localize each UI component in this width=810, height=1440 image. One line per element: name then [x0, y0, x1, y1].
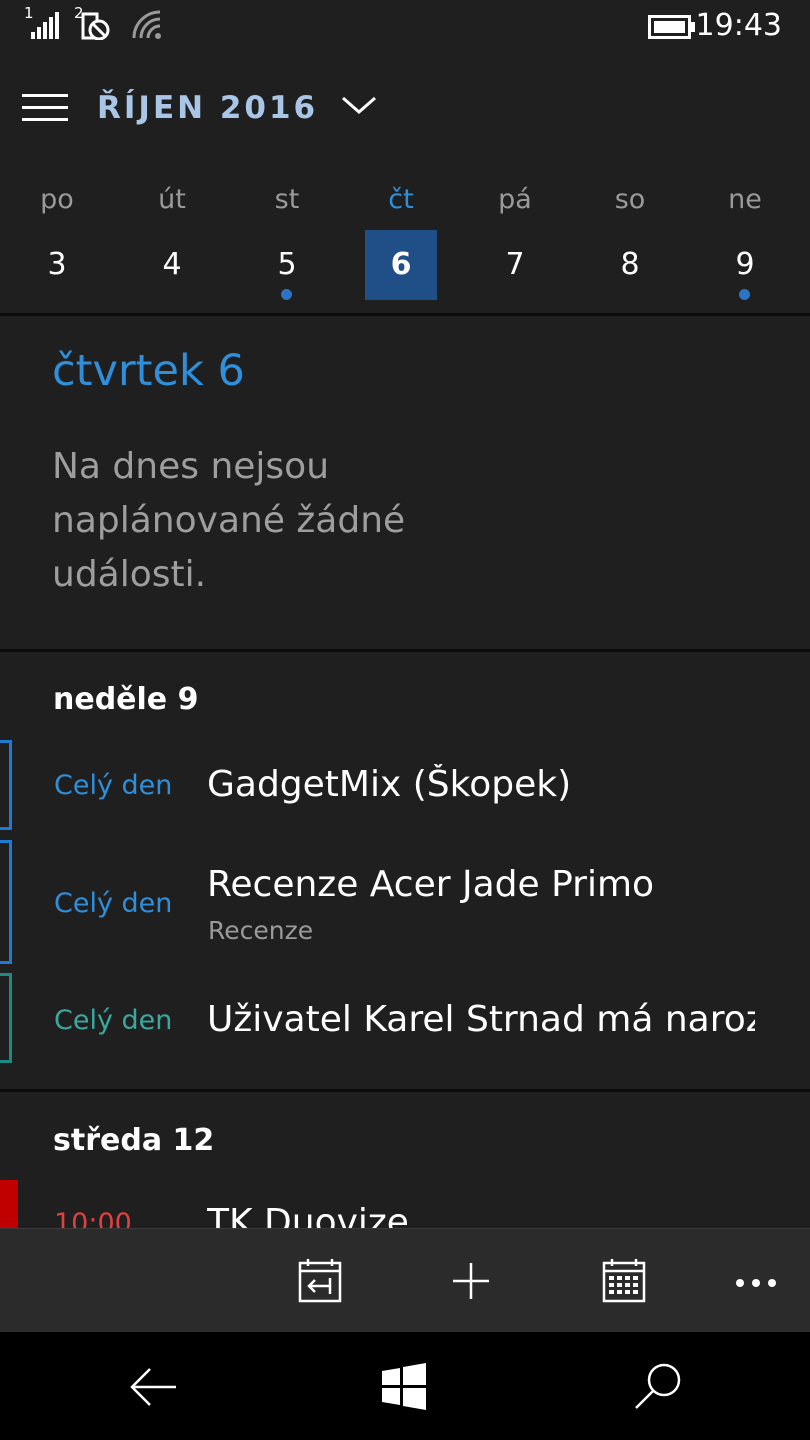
event-color-bar: [0, 1180, 18, 1228]
agenda-clip: 10:00 TK Duovize: [0, 1180, 810, 1228]
day-number[interactable]: 3: [21, 230, 93, 300]
more-icon[interactable]: [726, 1251, 786, 1311]
event-color-bar: [0, 740, 12, 830]
event-color-bar: [0, 840, 12, 964]
divider: [0, 313, 810, 316]
agenda-event[interactable]: Celý den Uživatel Karel Strnad má naroze…: [0, 973, 810, 1063]
divider: [0, 649, 810, 652]
day-number[interactable]: 7: [479, 230, 551, 300]
event-time: Celý den: [54, 1005, 173, 1036]
windows-icon[interactable]: [374, 1360, 434, 1414]
signal-sim1-icon: 1: [24, 4, 64, 40]
day-number[interactable]: 4: [136, 230, 208, 300]
event-time: Celý den: [54, 770, 173, 801]
week-day-po[interactable]: po 3: [17, 180, 97, 282]
day-name: pá: [498, 184, 532, 215]
status-bar: 1 2 19:43: [0, 0, 810, 52]
today-icon[interactable]: [290, 1251, 350, 1311]
event-title: Uživatel Karel Strnad má narozeniny: [207, 999, 755, 1040]
battery-icon: [648, 14, 696, 40]
event-subtitle: Recenze: [208, 916, 314, 945]
agenda-day-title: středa 12: [53, 1123, 215, 1158]
day-name: ne: [728, 184, 762, 215]
agenda-event[interactable]: Celý den GadgetMix (Škopek): [0, 740, 810, 830]
signal-sim2-icon: 2: [74, 4, 114, 40]
day-name: po: [40, 184, 74, 215]
event-title: GadgetMix (Škopek): [207, 764, 572, 805]
agenda-day-title: neděle 9: [53, 682, 199, 717]
hamburger-menu-icon[interactable]: [22, 94, 68, 124]
day-name: so: [614, 184, 646, 215]
week-day-ne[interactable]: ne 9: [705, 180, 785, 300]
chevron-down-icon[interactable]: [340, 92, 378, 120]
week-day-čt[interactable]: čt 6: [361, 180, 441, 300]
week-day-st[interactable]: st 5: [247, 180, 327, 300]
system-nav-bar: [0, 1332, 810, 1440]
event-time: 10:00: [54, 1208, 132, 1228]
day-number[interactable]: 8: [594, 230, 666, 300]
day-name: st: [274, 184, 300, 215]
week-day-pá[interactable]: pá 7: [475, 180, 555, 282]
back-arrow-icon[interactable]: [124, 1360, 184, 1414]
week-day-so[interactable]: so 8: [590, 180, 670, 282]
day-name: čt: [388, 184, 414, 215]
event-time: Celý den: [54, 888, 173, 919]
add-icon[interactable]: [441, 1251, 501, 1311]
agenda-event[interactable]: 10:00 TK Duovize: [0, 1180, 810, 1228]
day-number[interactable]: 6: [365, 230, 437, 300]
wifi-icon: [130, 8, 164, 40]
month-view-icon[interactable]: [594, 1251, 654, 1311]
agenda-event[interactable]: Celý den Recenze Acer Jade Primo Recenze: [0, 840, 810, 964]
day-name: út: [158, 184, 186, 215]
status-time: 19:43: [695, 8, 782, 43]
event-title: TK Duovize: [207, 1202, 409, 1228]
event-indicator-dot: [281, 289, 292, 300]
event-color-bar: [0, 973, 12, 1063]
no-events-message: Na dnes nejsou naplánované žádné událost…: [52, 446, 406, 595]
event-title: Recenze Acer Jade Primo: [207, 864, 655, 905]
today-heading: čtvrtek 6: [52, 346, 245, 396]
divider: [0, 1089, 810, 1092]
event-indicator-dot: [739, 289, 750, 300]
month-title[interactable]: ŘÍJEN 2016: [97, 90, 318, 126]
week-day-út[interactable]: út 4: [132, 180, 212, 282]
search-icon[interactable]: [628, 1360, 688, 1414]
app-bar: [0, 1228, 810, 1333]
